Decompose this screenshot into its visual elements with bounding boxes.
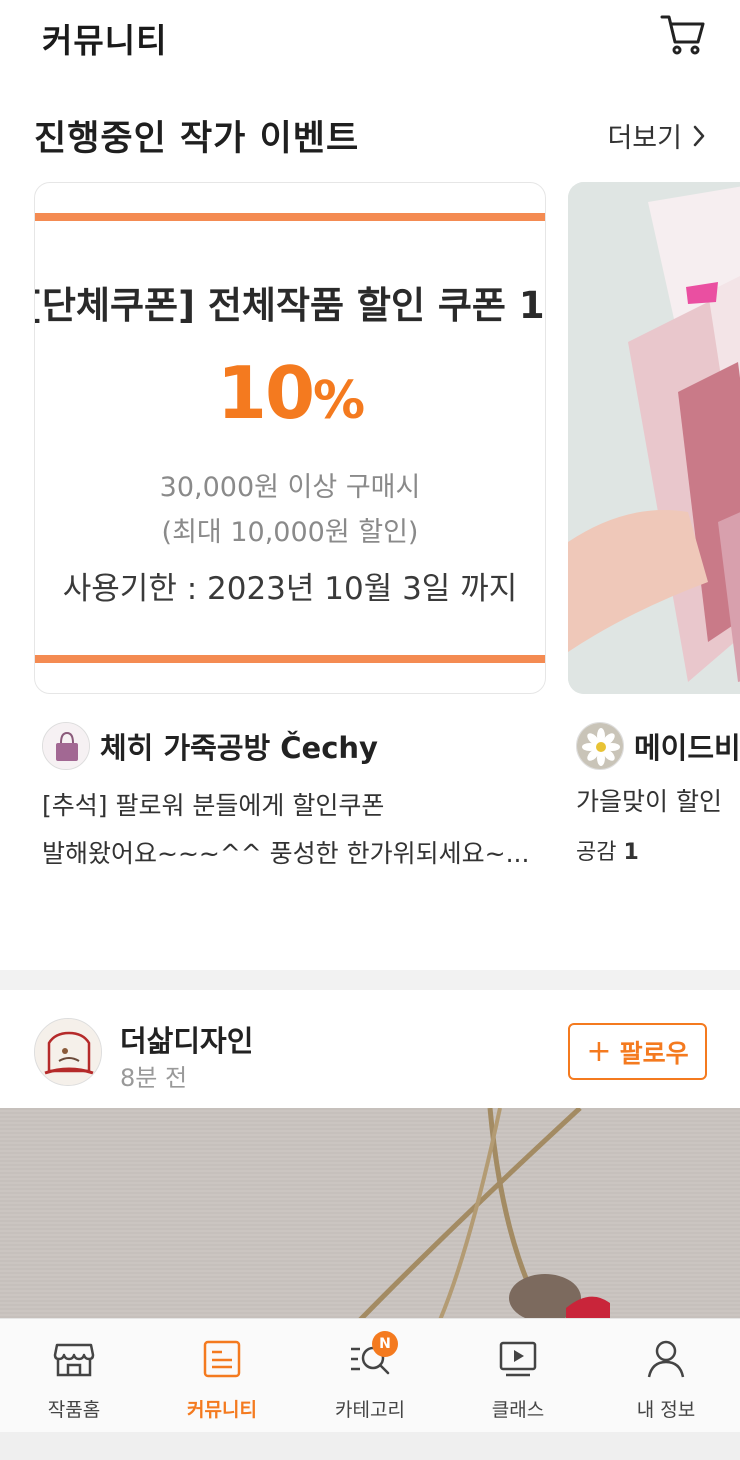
system-nav-area	[0, 1432, 740, 1460]
more-link[interactable]: 더보기	[607, 116, 706, 155]
tab-label: 클래스	[491, 1399, 545, 1421]
post-time: 8분 전	[120, 1064, 188, 1092]
coupon-max: (최대 10,000원 할인)	[161, 517, 419, 548]
events-section-header: 진행중인 작가 이벤트 더보기	[0, 108, 740, 162]
bottom-tab-bar: 작품홈 커뮤니티 N 카테고리 클래스 내 정보	[0, 1318, 740, 1432]
tab-category[interactable]: N 카테고리	[296, 1319, 444, 1433]
avatar	[42, 722, 90, 770]
percent-value: 10	[216, 351, 315, 435]
more-label: 더보기	[607, 123, 682, 154]
avatar	[576, 722, 624, 770]
events-carousel[interactable]: [단체쿠폰] 전체작품 할인 쿠폰 10% 10% 30,000원 이상 구매시…	[0, 182, 740, 882]
top-bar: 커뮤니티	[0, 0, 740, 72]
coupon-bottom-bar	[35, 655, 545, 663]
author-name: 메이드비	[634, 731, 740, 765]
store-icon	[53, 1343, 95, 1377]
new-badge: N	[372, 1331, 398, 1357]
event-description: [추석] 팔로워 분들에게 할인쿠폰 발해왔어요~~~^^ 풍성한 한가위되세요…	[42, 782, 542, 878]
likes-count: 공감 1	[576, 834, 639, 866]
post-photo	[0, 1108, 740, 1320]
plus-icon: +	[586, 1034, 612, 1069]
author-name: 체히 가죽공방 Čechy	[100, 731, 378, 765]
coupon-title: [단체쿠폰] 전체작품 할인 쿠폰 10%	[34, 284, 545, 327]
post-avatar[interactable]	[34, 1018, 102, 1086]
tab-my-info[interactable]: 내 정보	[592, 1319, 740, 1433]
post-header: 더삶디자인 8분 전 + 팔로우	[0, 990, 740, 1108]
coupon-image: [단체쿠폰] 전체작품 할인 쿠폰 10% 10% 30,000원 이상 구매시…	[34, 182, 546, 694]
tab-label: 카테고리	[335, 1399, 405, 1421]
bag-avatar-icon	[43, 723, 89, 769]
daisy-avatar-icon	[577, 723, 623, 769]
user-icon	[647, 1340, 685, 1378]
tab-label: 내 정보	[636, 1399, 696, 1421]
likes-number: 1	[623, 840, 639, 865]
community-icon	[203, 1340, 241, 1378]
event-description: 가을맞이 할인	[576, 787, 722, 816]
brand-logo-icon	[35, 1019, 101, 1085]
cart-icon[interactable]	[660, 12, 706, 56]
likes-label: 공감	[576, 840, 617, 865]
post-author-name[interactable]: 더삶디자인	[120, 1018, 253, 1060]
event-author[interactable]: 체히 가죽공방 Čechy	[42, 722, 378, 770]
bouquet-image	[568, 182, 740, 694]
section-divider	[0, 970, 740, 990]
event-card[interactable]: 메이드비 가을맞이 할인 공감 1	[568, 182, 740, 865]
percent-symbol: %	[313, 371, 365, 431]
post-image[interactable]	[0, 1108, 740, 1320]
chevron-right-icon	[693, 125, 705, 146]
tab-label: 커뮤니티	[187, 1399, 257, 1421]
follow-label: 팔로우	[619, 1038, 689, 1068]
page-title: 커뮤니티	[42, 21, 168, 60]
coupon-top-bar	[35, 213, 545, 221]
play-icon	[499, 1341, 537, 1377]
tab-class[interactable]: 클래스	[444, 1319, 592, 1433]
event-author[interactable]: 메이드비	[576, 722, 740, 770]
coupon-condition: 30,000원 이상 구매시	[159, 472, 421, 503]
follow-button[interactable]: + 팔로우	[568, 1023, 707, 1080]
coupon-percent: 10%	[35, 351, 545, 435]
coupon-expiry: 사용기한 : 2023년 10월 3일 까지	[62, 571, 518, 607]
tab-label: 작품홈	[47, 1399, 101, 1421]
tab-home[interactable]: 작품홈	[0, 1319, 148, 1433]
tab-community[interactable]: 커뮤니티	[148, 1319, 296, 1433]
bouquet-photo	[568, 182, 740, 694]
section-title: 진행중인 작가 이벤트	[34, 119, 360, 159]
event-card[interactable]: [단체쿠폰] 전체작품 할인 쿠폰 10% 10% 30,000원 이상 구매시…	[34, 182, 546, 868]
description-line: 발해왔어요~~~^^ 풍성한 한가위되세요~...	[42, 839, 530, 868]
description-line: [추석] 팔로워 분들에게 할인쿠폰	[42, 791, 385, 820]
